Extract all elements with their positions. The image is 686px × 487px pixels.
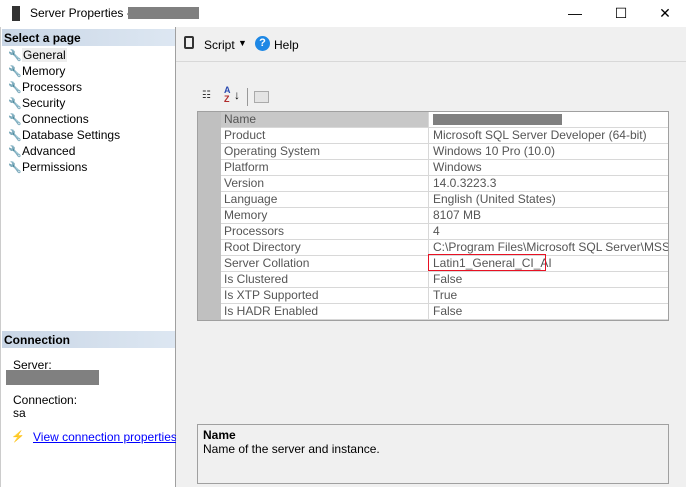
highlight-box	[428, 254, 546, 271]
script-icon	[184, 36, 194, 49]
connection-label: Connection:	[13, 393, 78, 407]
property-value	[428, 112, 668, 128]
script-button[interactable]: Script	[204, 38, 235, 52]
maximize-button[interactable]: ☐	[598, 0, 644, 27]
grid-gutter	[198, 112, 221, 320]
property-name: Memory	[224, 208, 268, 222]
property-name: Is Clustered	[224, 272, 289, 286]
plug-icon: ⚡	[11, 431, 25, 443]
property-row[interactable]: Server Collation Latin1_General_CI_AI	[221, 254, 668, 272]
property-value: False	[428, 272, 668, 288]
sidebar-item-label: Security	[22, 96, 66, 110]
property-name: Product	[224, 128, 266, 142]
property-name: Is HADR Enabled	[224, 304, 319, 318]
property-name: Platform	[224, 160, 269, 174]
property-value: 4	[428, 224, 668, 240]
sidebar-item-label: Memory	[22, 64, 66, 78]
property-name: Version	[224, 176, 265, 190]
categorized-icon[interactable]: ☷	[202, 90, 211, 101]
property-row[interactable]: Is Clustered False	[221, 272, 668, 288]
help-button[interactable]: Help	[274, 38, 299, 52]
property-name: Is XTP Supported	[224, 288, 319, 302]
property-name: Root Directory	[224, 240, 301, 254]
title-bar: Server Properties - — ☐ ✕	[0, 0, 686, 27]
wrench-icon: 🔧	[8, 114, 22, 126]
window-title: Server Properties -	[30, 6, 131, 20]
property-row[interactable]: Operating System Windows 10 Pro (10.0)	[221, 144, 668, 160]
view-connection-properties-link[interactable]: View connection properties	[33, 430, 177, 444]
redacted-server	[6, 370, 99, 385]
property-value: 8107 MB	[428, 208, 668, 224]
wrench-icon: 🔧	[8, 98, 22, 110]
description-title: Name	[203, 428, 236, 442]
property-row[interactable]: Is XTP Supported True	[221, 288, 668, 304]
redacted-server-name	[128, 7, 199, 19]
property-value: English (United States)	[428, 192, 668, 208]
property-value: False	[428, 304, 668, 320]
sidebar-item-label: Advanced	[22, 144, 76, 158]
minimize-button[interactable]: —	[552, 0, 598, 27]
sidebar-item-processors[interactable]: 🔧Processors	[8, 79, 82, 95]
toolbar: Script ▼ ? Help	[176, 27, 686, 62]
property-value: Windows 10 Pro (10.0)	[428, 144, 668, 160]
property-row[interactable]: Memory 8107 MB	[221, 208, 668, 224]
toolbar-separator	[247, 88, 248, 106]
sidebar-item-memory[interactable]: 🔧Memory	[8, 63, 65, 79]
property-name: Language	[224, 192, 278, 206]
description-panel: Name Name of the server and instance.	[197, 424, 669, 484]
property-row[interactable]: Version 14.0.3223.3	[221, 176, 668, 192]
sidebar-item-label: Processors	[22, 80, 83, 94]
property-value: Microsoft SQL Server Developer (64-bit)	[428, 128, 668, 144]
select-page-header: Select a page	[2, 29, 175, 46]
property-row[interactable]: Name	[221, 112, 668, 128]
wrench-icon: 🔧	[8, 82, 22, 94]
sidebar-item-label: Connections	[22, 112, 89, 126]
wrench-icon: 🔧	[8, 66, 22, 78]
property-name: Processors	[224, 224, 285, 238]
property-value: Windows	[428, 160, 668, 176]
property-row[interactable]: Processors 4	[221, 224, 668, 240]
property-name: Server Collation	[224, 256, 310, 270]
property-grid: Name Product Microsoft SQL Server Develope…	[197, 111, 669, 321]
property-value: 14.0.3223.3	[428, 176, 668, 192]
close-button[interactable]: ✕	[642, 0, 686, 27]
connection-value: sa	[13, 406, 26, 420]
wrench-icon: 🔧	[8, 146, 22, 158]
description-text: Name of the server and instance.	[203, 442, 380, 456]
property-value: True	[428, 288, 668, 304]
sidebar-item-label: Database Settings	[22, 128, 121, 142]
sidebar-item-advanced[interactable]: 🔧Advanced	[8, 143, 75, 159]
property-row[interactable]: Platform Windows	[221, 160, 668, 176]
wrench-icon: 🔧	[8, 162, 22, 174]
sort-arrow-icon: ↓	[234, 88, 240, 102]
property-row[interactable]: Language English (United States)	[221, 192, 668, 208]
property-name: Name	[224, 112, 257, 126]
sidebar-item-database-settings[interactable]: 🔧Database Settings	[8, 127, 120, 143]
help-icon[interactable]: ?	[255, 36, 270, 51]
sidebar-item-connections[interactable]: 🔧Connections	[8, 111, 89, 127]
property-row[interactable]: Is HADR Enabled False	[221, 304, 668, 320]
sidebar-item-general[interactable]: 🔧General	[8, 47, 67, 63]
property-pages-icon[interactable]	[254, 91, 269, 103]
sidebar-item-label: Permissions	[22, 160, 88, 174]
sort-alphabetical-icon[interactable]: AZ	[224, 86, 231, 104]
property-row[interactable]: Product Microsoft SQL Server Developer (6…	[221, 128, 668, 144]
script-dropdown-icon[interactable]: ▼	[238, 38, 247, 48]
sidebar-item-label: General	[22, 48, 67, 62]
server-icon	[12, 6, 20, 21]
wrench-icon: 🔧	[8, 50, 22, 62]
property-name: Operating System	[224, 144, 321, 158]
connection-header: Connection	[2, 331, 175, 348]
sidebar-item-permissions[interactable]: 🔧Permissions	[8, 159, 87, 175]
sidebar-item-security[interactable]: 🔧Security	[8, 95, 65, 111]
wrench-icon: 🔧	[8, 130, 22, 142]
